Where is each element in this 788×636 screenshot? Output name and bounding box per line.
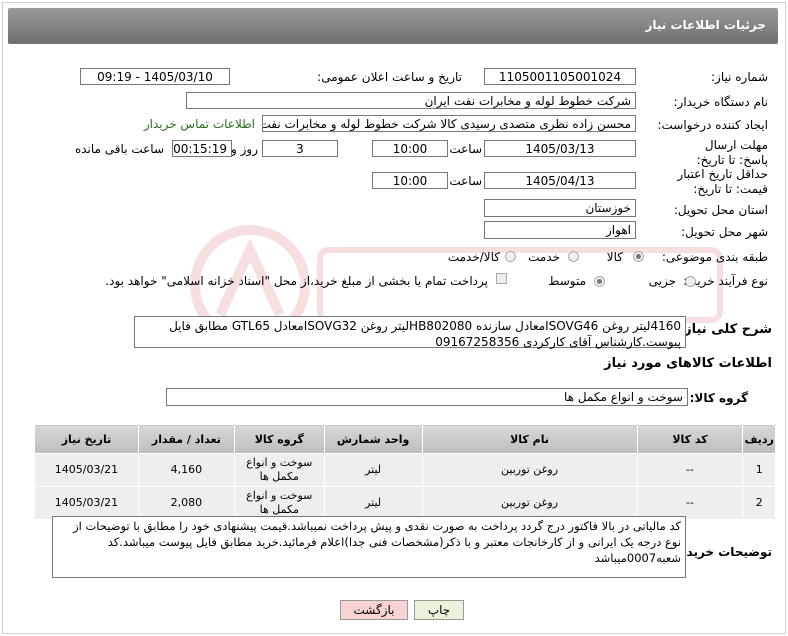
need-number-field: 1105001105001024: [484, 68, 636, 85]
col-quantity: تعداد / مقدار: [137, 424, 235, 454]
cell-unit: لیتر: [323, 453, 423, 487]
cell-quantity: 2,080: [137, 486, 235, 520]
validity-date-field: 1405/04/13: [484, 172, 636, 189]
buyer-label: نام دستگاه خریدار:: [673, 95, 769, 109]
creator-label: ایجاد کننده درخواست:: [657, 118, 768, 132]
city-field: اهواز: [484, 221, 636, 239]
table-row: 2 -- روغن توربین لیتر سوخت و انواع مکمل …: [34, 486, 776, 520]
announce-label: تاریخ و ساعت اعلان عمومی:: [317, 70, 462, 84]
col-unit: واحد شمارش: [323, 424, 423, 454]
remaining-time-field: 00:15:19: [172, 140, 232, 157]
creator-field: محسن زاده نظری متصدی رسیدی کالا شرکت خطو…: [262, 115, 636, 132]
col-date: تاریخ نیاز: [34, 424, 139, 454]
purchase-minor-label: جزیی: [648, 274, 676, 288]
buyer-field: شرکت خطوط لوله و مخابرات نفت ایران: [186, 92, 636, 109]
deadline-date-field: 1405/03/13: [484, 140, 636, 157]
deadline-label: مهلت ارسال پاسخ: تا تاریخ:: [696, 138, 768, 167]
print-button[interactable]: چاپ: [414, 600, 464, 620]
cell-group: سوخت و انواع مکمل ها: [233, 453, 325, 487]
treasury-payment-checkbox[interactable]: [496, 273, 507, 284]
col-name: نام کالا: [421, 424, 638, 454]
category-both-radio[interactable]: [505, 251, 516, 262]
cell-name: روغن توربین: [421, 453, 638, 487]
cell-code: --: [636, 453, 744, 487]
goods-table: ردیف کد کالا نام کالا واحد شمارش گروه کا…: [34, 424, 776, 520]
back-button[interactable]: بازگشت: [340, 600, 408, 620]
category-service-radio[interactable]: [568, 251, 579, 262]
category-both-label: کالا/خدمت: [447, 250, 500, 264]
cell-code: --: [636, 486, 744, 520]
goods-section-title: اطلاعات کالاهای مورد نیاز: [604, 356, 772, 371]
cell-group: سوخت و انواع مکمل ها: [233, 486, 325, 520]
category-service-label: خدمت: [528, 250, 560, 264]
category-goods-radio[interactable]: [633, 251, 644, 262]
cell-date: 1405/03/21: [34, 486, 139, 520]
cell-unit: لیتر: [323, 486, 423, 520]
buyer-notes-field: کد مالیاتی در بالا فاکتور درج گردد پرداخ…: [52, 516, 686, 578]
cell-row: 1: [742, 453, 776, 487]
purchase-minor-radio[interactable]: [685, 276, 696, 287]
description-field: 4160لیتر روغن ISOVG46معادل سازنده HB8020…: [134, 316, 686, 349]
need-number-label: شماره نیاز:: [711, 70, 768, 84]
table-row: 1 -- روغن توربین لیتر سوخت و انواع مکمل …: [34, 453, 776, 487]
cell-date: 1405/03/21: [34, 453, 139, 487]
treasury-payment-note: پرداخت تمام یا بخشی از مبلغ خرید،از محل …: [105, 274, 488, 288]
deadline-time-field: 10:00: [372, 140, 448, 157]
deadline-time-label: ساعت: [449, 142, 482, 156]
purchase-medium-label: متوسط: [548, 274, 586, 288]
col-row: ردیف: [742, 424, 776, 454]
remaining-label: ساعت باقی مانده: [74, 142, 164, 156]
goods-group-label: گروه کالا:: [689, 391, 748, 405]
table-header-row: ردیف کد کالا نام کالا واحد شمارش گروه کا…: [34, 424, 776, 454]
buyer-contact-link[interactable]: اطلاعات تماس خریدار: [144, 117, 255, 131]
announce-datetime-field: 1405/03/10 - 09:19: [80, 68, 230, 85]
description-label: شرح کلی نیاز:: [678, 322, 772, 337]
col-group: گروه کالا: [233, 424, 325, 454]
page-header: جزئیات اطلاعات نیاز: [8, 8, 778, 44]
category-goods-label: کالا: [606, 250, 623, 264]
validity-time-field: 10:00: [372, 172, 448, 189]
validity-time-label: ساعت: [449, 174, 482, 188]
goods-group-field: سوخت و انواع مکمل ها: [166, 388, 688, 406]
cell-row: 2: [742, 486, 776, 520]
purchase-medium-radio[interactable]: [594, 276, 605, 287]
city-label: شهر محل تحویل:: [681, 225, 768, 239]
cell-quantity: 4,160: [137, 453, 235, 487]
province-field: خوزستان: [484, 199, 636, 217]
page-title: جزئیات اطلاعات نیاز: [645, 18, 766, 32]
days-field: 3: [262, 140, 338, 157]
col-code: کد کالا: [636, 424, 744, 454]
category-label: طبقه بندی موضوعی:: [661, 250, 768, 264]
validity-label: حداقل تاریخ اعتبار قیمت: تا تاریخ:: [677, 167, 768, 196]
province-label: استان محل تحویل:: [673, 203, 768, 217]
days-label: روز و: [231, 142, 258, 156]
cell-name: روغن توربین: [421, 486, 638, 520]
